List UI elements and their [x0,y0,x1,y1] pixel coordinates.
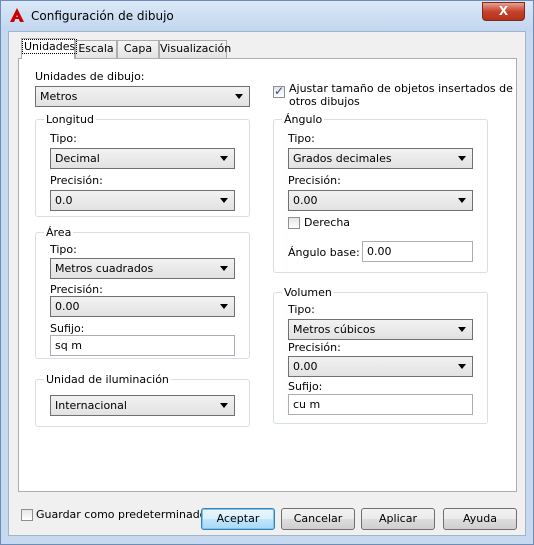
volume-type-value: Metros cúbicos [293,323,376,336]
base-angle-label: Ángulo base: [288,246,360,259]
window-title: Configuración de dibujo [31,9,174,23]
angle-type-label: Tipo: [288,132,315,145]
tab-escala[interactable]: Escala [75,40,117,58]
angle-group-title: Ángulo [282,113,325,126]
tab-unidades-label: Unidades [22,39,78,54]
units-tab-panel: Unidades de dibujo: Metros Ajustar tamañ… [18,58,517,492]
save-default-checkbox[interactable] [21,509,33,521]
angle-precision-select[interactable]: 0.00 [288,190,473,211]
area-suffix-input[interactable]: sq m [50,335,235,356]
drawing-units-label: Unidades de dibujo: [35,70,145,83]
help-button[interactable]: Ayuda [443,508,517,530]
tab-visualizacion-label: Visualización [160,42,232,55]
drawing-units-value: Metros [40,90,78,103]
length-precision-select[interactable]: 0.0 [50,190,235,211]
clockwise-checkbox[interactable] [288,217,300,229]
lighting-group: Unidad de iluminación Internacional [35,373,250,427]
autocad-logo-icon [10,8,24,22]
area-suffix-label: Sufijo: [50,322,85,335]
length-type-select[interactable]: Decimal [50,148,235,169]
lighting-units-select[interactable]: Internacional [50,395,235,416]
area-type-select[interactable]: Metros cuadrados [50,258,235,279]
apply-button[interactable]: Aplicar [361,508,435,530]
length-precision-value: 0.0 [55,194,73,207]
save-default-label: Guardar como predeterminado [36,508,207,521]
area-suffix-value: sq m [55,339,82,352]
base-angle-value: 0.00 [367,245,392,258]
angle-group: Ángulo Tipo: Grados decimales Precisión:… [273,113,488,273]
dropdown-arrow-icon [220,403,228,408]
clockwise-label: Derecha [304,216,351,229]
volume-suffix-label: Sufijo: [288,380,323,393]
length-group: Longitud Tipo: Decimal Precisión: 0.0 [35,113,250,217]
accept-button[interactable]: Aceptar [201,508,275,530]
close-button[interactable]: X [482,2,525,21]
dropdown-arrow-icon [458,198,466,203]
volume-group-title: Volumen [282,286,334,299]
base-angle-input[interactable]: 0.00 [362,241,473,262]
cancel-button[interactable]: Cancelar [281,508,355,530]
tab-capa-label: Capa [123,42,153,55]
title-bar[interactable]: Configuración de dibujo X [1,1,533,31]
volume-precision-label: Precisión: [288,341,341,354]
drawing-units-select[interactable]: Metros [35,86,250,107]
scale-inserted-checkbox[interactable] [273,84,285,98]
dialog-client-area: Unidades Escala Capa Visualización Unida… [8,31,526,536]
dropdown-arrow-icon [220,198,228,203]
lighting-units-value: Internacional [55,399,127,412]
angle-type-value: Grados decimales [293,152,392,165]
area-precision-value: 0.00 [55,300,80,313]
area-group-title: Área [44,226,74,239]
tab-capa[interactable]: Capa [117,40,159,58]
dropdown-arrow-icon [458,327,466,332]
area-precision-select[interactable]: 0.00 [50,296,235,317]
dialog-window: Configuración de dibujo X Unidades Escal… [0,0,534,545]
angle-type-select[interactable]: Grados decimales [288,148,473,169]
volume-suffix-value: cu m [293,398,321,411]
length-group-title: Longitud [44,113,96,126]
volume-precision-value: 0.00 [293,360,318,373]
area-group: Área Tipo: Metros cuadrados Precisión: 0… [35,226,250,359]
length-type-value: Decimal [55,152,100,165]
dropdown-arrow-icon [235,94,243,99]
area-type-label: Tipo: [50,243,77,256]
angle-precision-value: 0.00 [293,194,318,207]
dropdown-arrow-icon [220,156,228,161]
volume-type-label: Tipo: [288,303,315,316]
dropdown-arrow-icon [458,156,466,161]
length-type-label: Tipo: [50,132,77,145]
volume-type-select[interactable]: Metros cúbicos [288,319,473,340]
volume-suffix-input[interactable]: cu m [288,394,473,415]
lighting-group-title: Unidad de iluminación [44,373,171,386]
volume-precision-select[interactable]: 0.00 [288,356,473,377]
volume-group: Volumen Tipo: Metros cúbicos Precisión: … [273,286,488,424]
tab-visualizacion[interactable]: Visualización [159,40,231,58]
dropdown-arrow-icon [220,304,228,309]
scale-inserted-label: Ajustar tamaño de objetos insertados de … [289,82,513,108]
dropdown-arrow-icon [458,364,466,369]
tab-unidades[interactable]: Unidades [21,38,78,59]
area-precision-label: Precisión: [50,283,103,296]
angle-precision-label: Precisión: [288,174,341,187]
length-precision-label: Precisión: [50,174,103,187]
area-type-value: Metros cuadrados [55,262,154,275]
tab-escala-label: Escala [78,42,114,55]
dropdown-arrow-icon [220,266,228,271]
